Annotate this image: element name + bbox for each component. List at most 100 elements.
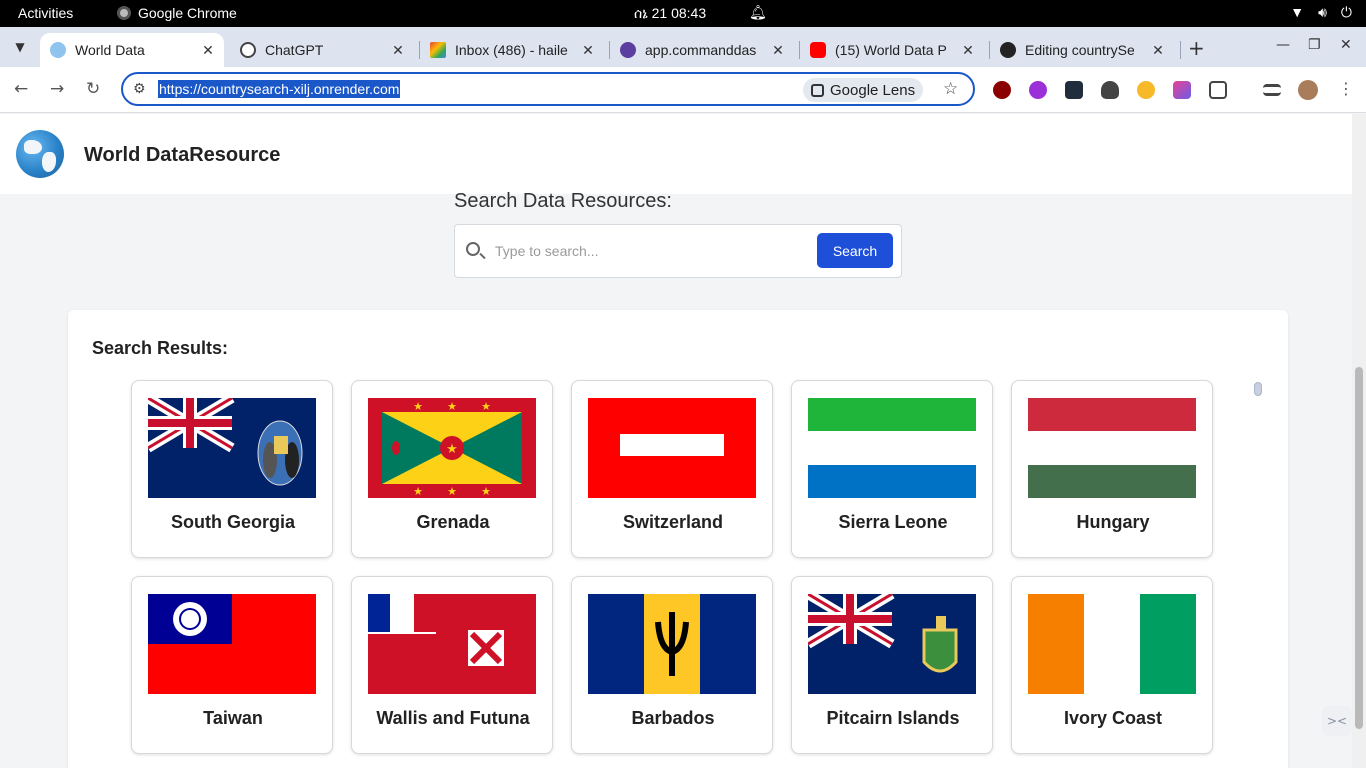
tab-gmail[interactable]: Inbox (486) - haile ✕ — [420, 33, 604, 67]
country-card[interactable]: Pitcairn Islands — [791, 576, 993, 754]
close-tab-icon[interactable]: ✕ — [578, 42, 598, 59]
page-scrollbar-thumb[interactable] — [1355, 367, 1363, 729]
react-devtools-icon[interactable] — [1065, 81, 1083, 99]
svg-text:★: ★ — [447, 400, 457, 413]
country-name: Grenada — [416, 512, 490, 532]
results-scrollbar[interactable] — [1254, 382, 1262, 396]
search-label: Search Data Resources: — [454, 190, 672, 212]
floating-widget-icon[interactable]: >< — [1322, 706, 1352, 736]
tab-title: World Data — [75, 42, 145, 58]
country-name: Switzerland — [622, 512, 724, 532]
tab-title: (15) World Data P — [835, 42, 947, 58]
url-text[interactable]: https://countrysearch-xilj.onrender.com — [158, 80, 401, 98]
country-card[interactable]: Ivory Coast — [1011, 576, 1213, 754]
barbados-flag-icon — [588, 594, 756, 694]
extension-icon[interactable] — [1029, 81, 1047, 99]
svg-text:★: ★ — [481, 400, 491, 413]
search-button[interactable]: Search — [817, 233, 893, 268]
volume-icon: 🔊︎ — [1318, 4, 1327, 20]
country-card[interactable]: Barbados — [571, 576, 773, 754]
extension-icon[interactable] — [1173, 81, 1191, 99]
country-card[interactable]: South Georgia — [131, 380, 333, 558]
svg-text:★: ★ — [413, 400, 423, 413]
globe-icon — [50, 42, 66, 58]
country-name: Taiwan — [203, 708, 263, 728]
google-lens-button[interactable]: Google Lens — [803, 78, 924, 102]
country-card[interactable]: Sierra Leone — [791, 380, 993, 558]
search-input[interactable] — [495, 239, 805, 263]
gmail-icon — [430, 42, 446, 58]
openai-icon — [240, 42, 256, 58]
close-tab-icon[interactable]: ✕ — [1148, 42, 1168, 59]
tab-github[interactable]: Editing countrySe ✕ — [990, 33, 1174, 67]
minimize-icon[interactable]: — — [1276, 37, 1290, 53]
reload-icon[interactable]: ↻ — [86, 79, 100, 99]
chrome-menu-icon[interactable]: ⋮ — [1338, 79, 1354, 98]
switzerland-flag-icon — [588, 398, 756, 498]
forward-arrow-icon[interactable]: → — [50, 79, 64, 99]
site-info-icon[interactable]: ⚙ — [133, 81, 146, 97]
tab-commanddash[interactable]: app.commanddas ✕ — [610, 33, 794, 67]
hungary-flag-icon — [1028, 398, 1196, 498]
back-arrow-icon[interactable]: ← — [14, 79, 28, 99]
svg-text:★: ★ — [446, 442, 458, 457]
taiwan-flag-icon — [148, 594, 316, 694]
country-name: Hungary — [1076, 512, 1150, 532]
tab-title: ChatGPT — [265, 42, 324, 58]
app-menu[interactable]: Google Chrome — [117, 5, 237, 21]
system-tray[interactable]: ▼ 🔊︎ ⏻ — [1290, 4, 1352, 21]
youtube-icon — [810, 42, 826, 58]
country-grid: South Georgia ★ ★ ★ ★ ★ ★ ★ Grenada Swit… — [131, 380, 1231, 768]
close-tab-icon[interactable]: ✕ — [388, 42, 408, 59]
search-box: Search — [454, 224, 902, 278]
country-card[interactable]: Taiwan — [131, 576, 333, 754]
grenada-flag-icon: ★ ★ ★ ★ ★ ★ ★ — [368, 398, 536, 498]
bookmark-star-icon[interactable]: ☆ — [943, 79, 958, 99]
pitcairn-islands-flag-icon — [808, 594, 976, 694]
country-name: South Georgia — [170, 512, 295, 532]
ublock-extension-icon[interactable] — [993, 81, 1011, 99]
new-tab-icon[interactable]: + — [1188, 36, 1205, 60]
sierra-leone-flag-icon — [808, 398, 976, 498]
tab-world-data[interactable]: World Data ✕ — [40, 33, 224, 67]
tab-title: Inbox (486) - haile — [455, 42, 568, 58]
svg-text:★: ★ — [413, 485, 423, 498]
south-georgia-flag-icon — [148, 398, 316, 498]
country-card[interactable]: Switzerland — [571, 380, 773, 558]
tab-title: app.commanddas — [645, 42, 757, 58]
country-card[interactable]: Hungary — [1011, 380, 1213, 558]
profile-avatar[interactable] — [1298, 80, 1318, 100]
tab-chatgpt[interactable]: ChatGPT ✕ — [230, 33, 414, 67]
search-icon — [466, 242, 480, 256]
close-tab-icon[interactable]: ✕ — [198, 42, 218, 59]
extension-icon[interactable] — [1137, 81, 1155, 99]
github-icon — [1000, 42, 1016, 58]
tab-strip: ▼ World Data ✕ ChatGPT ✕ Inbox (486) - h… — [0, 27, 1366, 67]
clock[interactable]: ሰኔ 21 08:43 — [634, 5, 706, 22]
country-name: Barbados — [631, 708, 715, 728]
page-scrollbar[interactable] — [1352, 114, 1366, 768]
chrome-icon — [117, 6, 131, 20]
ivory-coast-flag-icon — [1028, 594, 1196, 694]
app-name: Google Chrome — [138, 5, 237, 21]
close-tab-icon[interactable]: ✕ — [768, 42, 788, 59]
hat-extension-icon[interactable] — [1101, 81, 1119, 99]
restore-icon[interactable]: ❐ — [1308, 37, 1321, 53]
close-tab-icon[interactable]: ✕ — [958, 42, 978, 59]
extensions-puzzle-icon[interactable] — [1209, 81, 1227, 99]
media-controls-icon[interactable] — [1263, 84, 1281, 96]
browser-toolbar: ← → ↻ ⚙ https://countrysearch-xilj.onren… — [0, 67, 1366, 113]
country-name: Ivory Coast — [1063, 708, 1163, 728]
close-window-icon[interactable]: ✕ — [1340, 37, 1352, 53]
results-title: Search Results: — [92, 338, 229, 358]
tab-youtube[interactable]: (15) World Data P ✕ — [800, 33, 984, 67]
country-card[interactable]: ★ ★ ★ ★ ★ ★ ★ Grenada — [351, 380, 553, 558]
country-card[interactable]: Wallis and Futuna — [351, 576, 553, 754]
tab-search-button[interactable]: ▼ — [8, 35, 32, 59]
wifi-icon: ▼ — [1290, 4, 1305, 20]
address-bar[interactable]: ⚙ https://countrysearch-xilj.onrender.co… — [121, 72, 975, 106]
country-name: Sierra Leone — [838, 512, 948, 532]
app-icon — [620, 42, 636, 58]
activities-button[interactable]: Activities — [18, 5, 73, 21]
system-top-bar: Activities Google Chrome ሰኔ 21 08:43 🔔︎ … — [0, 0, 1366, 27]
